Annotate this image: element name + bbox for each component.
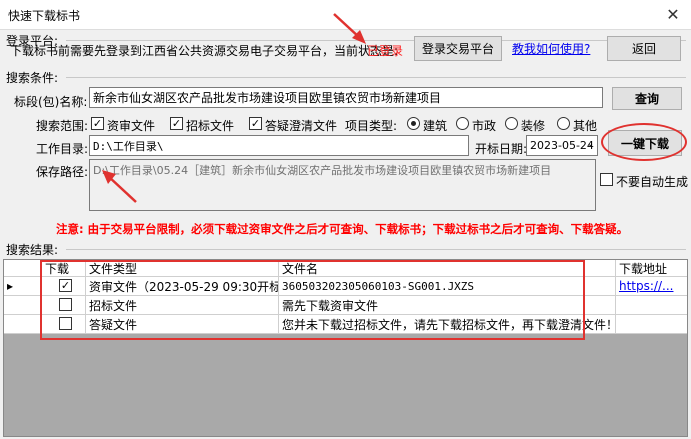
login-platform-button[interactable]: 登录交易平台 — [414, 36, 502, 61]
row-url-link[interactable] — [616, 296, 687, 314]
scope-checkbox-clarification[interactable]: ✓ — [249, 117, 262, 130]
type-label: 项目类型: — [345, 119, 398, 133]
row-pointer: ▸ — [4, 277, 42, 295]
login-group-divider — [66, 40, 686, 41]
results-group-label: 搜索结果: — [6, 243, 59, 257]
back-button[interactable]: 返回 — [607, 36, 681, 61]
annotation-arrow-status — [333, 13, 366, 44]
name-input[interactable]: 新余市仙女湖区农产品批发市场建设项目欧里镇农贸市场新建项目 — [89, 87, 603, 108]
type-radio-decoration[interactable] — [505, 117, 518, 130]
workdir-input[interactable]: D:\工作目录\ — [89, 135, 469, 156]
warning-text: 注意: 由于交易平台限制，必须下载过资审文件之后才可查询、下载标书；下载过标书之… — [56, 222, 629, 236]
window-title: 快速下载标书 — [8, 9, 81, 23]
row-header-corner — [4, 260, 42, 276]
search-group-label: 搜索条件: — [6, 71, 59, 85]
savepath-field: D:\工作目录\05.24［建筑］新余市仙女湖区农产品批发市场建设项目欧里镇农贸… — [89, 159, 596, 211]
annotation-arrow-savepath — [102, 170, 137, 203]
results-group-divider — [66, 249, 686, 250]
type-label-building: 建筑 — [423, 119, 448, 133]
scope-checkbox-tender[interactable]: ✓ — [170, 117, 183, 130]
no-autogen-label: 不要自动生成 — [616, 175, 689, 189]
scope-label-clarification: 答疑澄清文件 — [265, 119, 338, 133]
annotation-circle-download — [601, 123, 687, 161]
type-label-other: 其他 — [573, 119, 598, 133]
row-url-link[interactable] — [616, 315, 687, 333]
type-radio-other[interactable] — [557, 117, 570, 130]
row-pointer — [4, 315, 42, 333]
scope-label-qualification: 资审文件 — [107, 119, 156, 133]
date-picker[interactable]: 2023-05-24 ⌄ — [526, 135, 598, 156]
query-button[interactable]: 查询 — [612, 87, 682, 110]
column-header-url: 下载地址 — [619, 261, 668, 276]
type-radio-building[interactable] — [407, 117, 420, 130]
savepath-label: 保存路径: — [36, 165, 89, 179]
scope-label-tender: 招标文件 — [186, 119, 235, 133]
row-url-link[interactable]: https://... — [616, 277, 687, 295]
help-link[interactable]: 教我如何使用? — [512, 40, 590, 57]
date-value: 2023-05-24 — [530, 139, 594, 152]
workdir-label: 工作目录: — [36, 142, 89, 156]
row-pointer — [4, 296, 42, 314]
type-label-decoration: 装修 — [521, 119, 546, 133]
type-label-municipal: 市政 — [472, 119, 497, 133]
chevron-down-icon[interactable]: ⌄ — [586, 139, 594, 149]
scope-checkbox-qualification[interactable]: ✓ — [91, 117, 104, 130]
no-autogen-checkbox[interactable] — [600, 173, 613, 186]
search-group-divider — [66, 77, 686, 78]
scope-label: 搜索范围: — [36, 119, 89, 133]
type-radio-municipal[interactable] — [456, 117, 469, 130]
login-status: 已登录 — [367, 44, 404, 58]
annotation-box-results — [40, 260, 585, 340]
name-label: 标段(包)名称: — [14, 95, 88, 109]
close-icon[interactable]: ✕ — [661, 4, 685, 26]
date-label: 开标日期: — [475, 142, 528, 156]
